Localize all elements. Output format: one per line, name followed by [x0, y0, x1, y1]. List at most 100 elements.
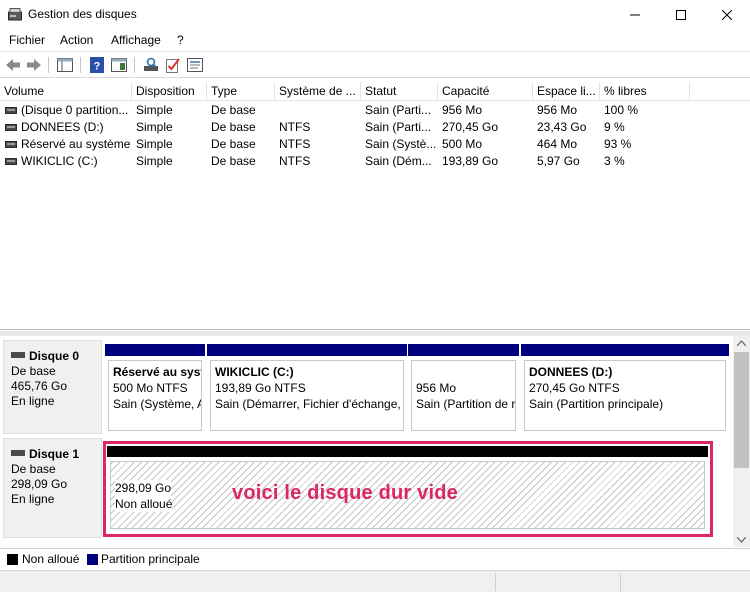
partition-reserved[interactable]: Réservé au syst 500 Mo NTFS Sain (Systèm… [105, 344, 205, 434]
scroll-down-arrow-icon[interactable] [737, 537, 746, 543]
annotation-text: voici le disque dur vide [232, 482, 458, 504]
disk0-label[interactable]: Disque 0 De base 465,76 Go En ligne [3, 340, 102, 434]
disk0-name: Disque 0 [29, 349, 80, 363]
table-cell: De base [211, 154, 256, 168]
table-cell: 93 % [604, 137, 632, 151]
column-header[interactable]: Volume [0, 82, 132, 101]
partition-primary-bar [207, 344, 407, 356]
menu-action[interactable]: Action [60, 33, 93, 47]
disk1-label[interactable]: Disque 1 De base 298,09 Go En ligne [3, 438, 102, 538]
column-header[interactable]: Système de ... [275, 82, 361, 101]
legend-unallocated-swatch [7, 554, 18, 565]
partition-name [416, 364, 515, 380]
partition-status: Sain (Démarrer, Fichier d'échange, \ [215, 397, 404, 411]
close-button[interactable] [704, 0, 750, 30]
menu-help[interactable]: ? [177, 33, 184, 47]
menu-affichage[interactable]: Affichage [111, 33, 161, 47]
partition-unallocated-bar [107, 446, 708, 457]
rescan-disks-icon[interactable] [142, 56, 160, 74]
table-cell: De base [211, 137, 256, 151]
disk1-type: De base [11, 462, 56, 476]
disk1-name: Disque 1 [29, 447, 80, 461]
back-arrow-icon[interactable] [4, 56, 22, 74]
status-bar [0, 570, 750, 592]
volume-icon [5, 141, 17, 148]
minimize-icon [630, 14, 640, 16]
table-row[interactable]: Réservé au système Simple De base NTFS Sain … [0, 136, 750, 153]
check-disk-icon[interactable] [164, 56, 182, 74]
disk-management-icon [8, 8, 22, 21]
table-cell: 270,45 Go [442, 120, 499, 134]
partition-size: 298,09 Go [115, 480, 172, 496]
disk0-size: 465,76 Go [11, 379, 68, 393]
title-bar: Gestion des disques [0, 0, 750, 30]
column-header[interactable]: Statut [361, 82, 438, 101]
table-cell: Sain (Dém... [365, 154, 432, 168]
table-cell: 100 % [604, 103, 639, 117]
disk-icon [11, 351, 25, 358]
partition-status: Non alloué [115, 496, 173, 512]
partition-status: Sain (Système, A [113, 397, 202, 411]
partition-status: Sain (Partition de r [416, 397, 516, 411]
table-cell: Sain (Parti... [365, 120, 432, 134]
table-cell: Simple [136, 120, 173, 134]
table-cell: DONNEES (D:) [21, 120, 104, 134]
volume-icon [5, 158, 17, 165]
volume-list-header: Volume Disposition Type Système de ... Statu… [0, 82, 750, 101]
volume-list-panel: Volume Disposition Type Système de ... Statu… [0, 82, 750, 330]
partition-name: WIKICLIC (C:) [215, 365, 294, 379]
column-header[interactable]: Type [207, 82, 275, 101]
volume-icon [5, 107, 17, 114]
table-cell: 956 Mo [537, 103, 578, 117]
legend-primary-label: Partition principale [101, 552, 200, 566]
maximize-icon [676, 10, 686, 20]
partition-size: 193,89 Go NTFS [215, 381, 306, 395]
menu-bar: Fichier Action Affichage ? [0, 30, 750, 50]
partition-name: DONNEES (D:) [529, 365, 613, 379]
status-bar-divider [620, 573, 621, 591]
table-cell: NTFS [279, 120, 311, 134]
table-row[interactable]: (Disque 0 partition... Simple De base Sain … [0, 102, 750, 119]
menu-fichier[interactable]: Fichier [9, 33, 45, 47]
status-bar-divider [495, 573, 496, 591]
svg-text:?: ? [94, 61, 101, 73]
partition-primary-bar [408, 344, 519, 356]
forward-arrow-icon[interactable] [25, 56, 43, 74]
table-cell: NTFS [279, 137, 311, 151]
table-row[interactable]: DONNEES (D:) Simple De base NTFS Sain (Parti… [0, 119, 750, 136]
column-header[interactable]: % libres [600, 82, 690, 101]
toolbar: ? [0, 51, 750, 78]
console-tree-icon[interactable] [56, 56, 74, 74]
disk-panel-scrollbar[interactable] [733, 336, 750, 547]
table-cell: 5,97 Go [537, 154, 580, 168]
column-header[interactable]: Capacité [438, 82, 533, 101]
scroll-up-arrow-icon[interactable] [737, 340, 746, 346]
list-properties-icon[interactable] [186, 56, 204, 74]
scroll-thumb[interactable] [734, 352, 749, 468]
close-icon [722, 10, 732, 20]
table-cell: NTFS [279, 154, 311, 168]
partition-size: 500 Mo NTFS [113, 381, 188, 395]
toolbar-separator [134, 57, 135, 73]
table-cell: 956 Mo [442, 103, 483, 117]
table-cell: 3 % [604, 154, 625, 168]
table-row[interactable]: WIKICLIC (C:) Simple De base NTFS Sain (Dém.… [0, 153, 750, 170]
properties-pane-icon[interactable] [110, 56, 128, 74]
partition-donnees[interactable]: DONNEES (D:) 270,45 Go NTFS Sain (Partit… [521, 344, 729, 434]
partition-recovery[interactable]: 956 Mo Sain (Partition de r [408, 344, 519, 434]
table-cell: 23,43 Go [537, 120, 587, 134]
table-cell: Sain (Systè... [365, 137, 437, 151]
partition-wikiclic[interactable]: WIKICLIC (C:) 193,89 Go NTFS Sain (Démar… [207, 344, 407, 434]
maximize-button[interactable] [658, 0, 704, 30]
table-cell: 500 Mo [442, 137, 483, 151]
column-header[interactable]: Espace li... [533, 82, 600, 101]
minimize-button[interactable] [612, 0, 658, 30]
window-title: Gestion des disques [28, 7, 137, 21]
table-cell: (Disque 0 partition... [21, 103, 129, 117]
table-cell: Réservé au système [21, 137, 131, 151]
table-cell: De base [211, 103, 256, 117]
column-header[interactable]: Disposition [132, 82, 207, 101]
help-icon[interactable]: ? [88, 56, 106, 74]
legend-bar: Non alloué Partition principale [0, 548, 750, 569]
table-cell: De base [211, 120, 256, 134]
